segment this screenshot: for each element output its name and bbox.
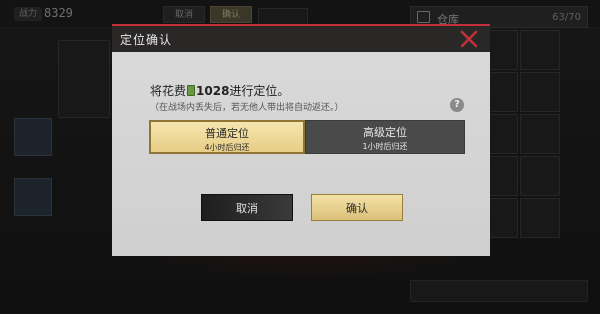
option-advanced-location[interactable]: 高级定位 1小时后归还 [305, 120, 465, 154]
currency-icon [187, 85, 196, 96]
cost-suffix: 进行定位。 [229, 84, 290, 98]
option-normal-location[interactable]: 普通定位 4小时后归还 [149, 120, 305, 154]
dialog-content: 将花费 1028进行定位。 （在战场内丢失后，若无他人带出将自动返还。） ? 普通… [112, 24, 490, 256]
option-title: 高级定位 [363, 126, 407, 139]
dialog-confirm-button[interactable]: 确认 [311, 194, 403, 221]
option-subtitle: 4小时后归还 [204, 143, 250, 152]
cost-line: 将花费 1028进行定位。 [150, 82, 289, 99]
cost-prefix: 将花费 [150, 84, 187, 98]
option-title: 普通定位 [205, 127, 249, 140]
location-options: 普通定位 4小时后归还 高级定位 1小时后归还 [149, 120, 465, 154]
return-note: （在战场内丢失后，若无他人带出将自动返还。） [150, 103, 344, 113]
cost-amount: 1028 [196, 84, 230, 98]
help-icon[interactable]: ? [450, 98, 464, 112]
option-subtitle: 1小时后归还 [362, 142, 408, 151]
dialog-cancel-button[interactable]: 取消 [201, 194, 293, 221]
